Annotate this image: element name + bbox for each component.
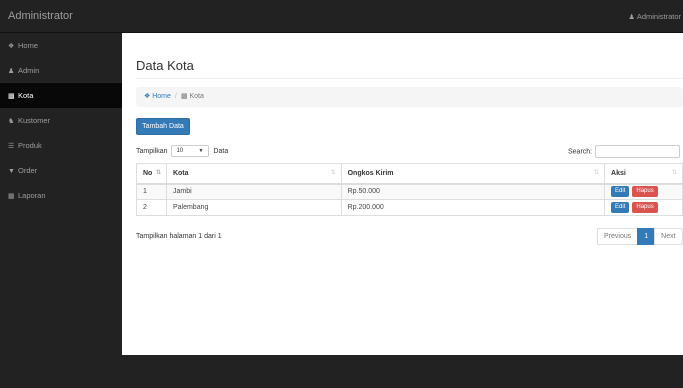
sidebar-item-kustomer[interactable]: ♞ Kustomer: [0, 108, 122, 133]
breadcrumb: ❖ Home / ▩ Kota: [136, 87, 683, 107]
column-header-kota[interactable]: Kota ⇅: [165, 163, 342, 185]
sidebar-item-label: Admin: [18, 66, 40, 75]
user-icon: ♟: [8, 68, 15, 75]
table-row: 1 Jambi Rp.50.000 Edit Hapus: [136, 183, 683, 200]
length-suffix: Data: [213, 148, 229, 155]
page-length-value: 10: [176, 148, 184, 155]
sort-icon: ⇅: [671, 170, 677, 176]
page-length-select[interactable]: 10 ▼: [171, 145, 210, 158]
car-icon: ▩: [8, 93, 15, 100]
sort-asc-icon: ⇅: [155, 170, 161, 176]
length-prefix: Tampilkan: [136, 148, 168, 155]
table-info: Tampilkan halaman 1 dari 1: [136, 233, 222, 240]
user-menu[interactable]: ♟ Administrator: [629, 12, 681, 21]
sidebar-item-label: Laporan: [18, 191, 46, 200]
main-content: Data Kota ❖ Home / ▩ Kota Tambah Data Tamp…: [122, 33, 683, 355]
edit-button[interactable]: Edit: [611, 202, 630, 213]
user-label: Administrator: [636, 12, 681, 21]
sidebar-item-laporan[interactable]: ▦ Laporan: [0, 183, 122, 208]
users-icon: ♞: [8, 118, 15, 125]
column-header-aksi[interactable]: Aksi ⇅: [604, 163, 683, 185]
title-divider: [136, 78, 683, 79]
sidebar-item-label: Kota: [18, 91, 34, 100]
book-icon: ▦: [8, 193, 15, 200]
previous-page-button[interactable]: Previous: [597, 228, 639, 245]
sidebar-item-order[interactable]: ▼ Order: [0, 158, 122, 183]
sort-icon: ⇅: [594, 170, 600, 176]
cell-kota: Jambi: [165, 183, 342, 200]
cell-ongkos-kirim: Rp.200.000: [340, 199, 606, 216]
breadcrumb-current-label: Kota: [189, 93, 204, 100]
search-input[interactable]: [595, 145, 681, 158]
breadcrumb-home-link[interactable]: ❖ Home: [144, 93, 171, 100]
table-row: 2 Palembang Rp.200.000 Edit Hapus: [136, 199, 683, 216]
car-icon: ▩: [180, 93, 188, 100]
user-icon: ♟: [628, 14, 635, 21]
sidebar-item-label: Order: [18, 166, 38, 175]
top-navbar: Administrator ♟ Administrator: [0, 0, 683, 33]
delete-button[interactable]: Hapus: [632, 202, 658, 213]
sidebar-item-kota[interactable]: ▩ Kota: [0, 83, 122, 108]
page-title: Data Kota: [136, 58, 194, 73]
cell-kota: Palembang: [165, 199, 342, 216]
database-icon: ☰: [8, 143, 15, 150]
brand-title[interactable]: Administrator: [8, 10, 73, 22]
footer-bar: [0, 355, 683, 388]
cell-aksi: Edit Hapus: [604, 199, 683, 216]
cell-no: 2: [136, 199, 167, 216]
search-control: Search:: [568, 145, 681, 158]
table-header-row: No ⇅ Kota ⇅ Ongkos Kirim ⇅ Aksi ⇅: [136, 163, 683, 185]
sidebar: ❖ Home ♟ Admin ▩ Kota ♞ Kustomer ☰ Produk ▼ Or…: [0, 33, 122, 355]
cell-no: 1: [136, 183, 167, 200]
column-header-ongkos-kirim[interactable]: Ongkos Kirim ⇅: [340, 163, 606, 185]
breadcrumb-current: ▩ Kota: [181, 93, 204, 100]
home-icon: ❖: [144, 93, 151, 100]
breadcrumb-home-label: Home: [152, 93, 171, 100]
page-length-control: Tampilkan 10 ▼ Data: [136, 145, 228, 158]
sidebar-item-produk[interactable]: ☰ Produk: [0, 133, 122, 158]
sidebar-item-label: Kustomer: [18, 116, 51, 125]
breadcrumb-separator: /: [174, 93, 177, 100]
sidebar-item-home[interactable]: ❖ Home: [0, 33, 122, 58]
delete-button[interactable]: Hapus: [632, 186, 658, 198]
sidebar-item-label: Home: [18, 41, 39, 50]
pagination: Previous 1 Next: [597, 228, 683, 245]
sort-icon: ⇅: [330, 170, 336, 176]
cell-aksi: Edit Hapus: [604, 183, 683, 200]
search-label: Search:: [568, 148, 593, 156]
data-table: No ⇅ Kota ⇅ Ongkos Kirim ⇅ Aksi ⇅ 1 Jambi Rp…: [136, 163, 683, 216]
add-data-button[interactable]: Tambah Data: [136, 118, 190, 135]
cell-ongkos-kirim: Rp.50.000: [340, 183, 606, 200]
sidebar-item-admin[interactable]: ♟ Admin: [0, 58, 122, 83]
edit-button[interactable]: Edit: [611, 186, 630, 198]
home-icon: ❖: [8, 43, 15, 50]
cart-icon: ▼: [8, 168, 15, 175]
chevron-down-icon: ▼: [198, 148, 204, 155]
column-header-no[interactable]: No ⇅: [136, 163, 167, 185]
next-page-button[interactable]: Next: [654, 228, 683, 245]
sidebar-item-label: Produk: [18, 141, 42, 150]
page-button-1[interactable]: 1: [637, 228, 656, 245]
